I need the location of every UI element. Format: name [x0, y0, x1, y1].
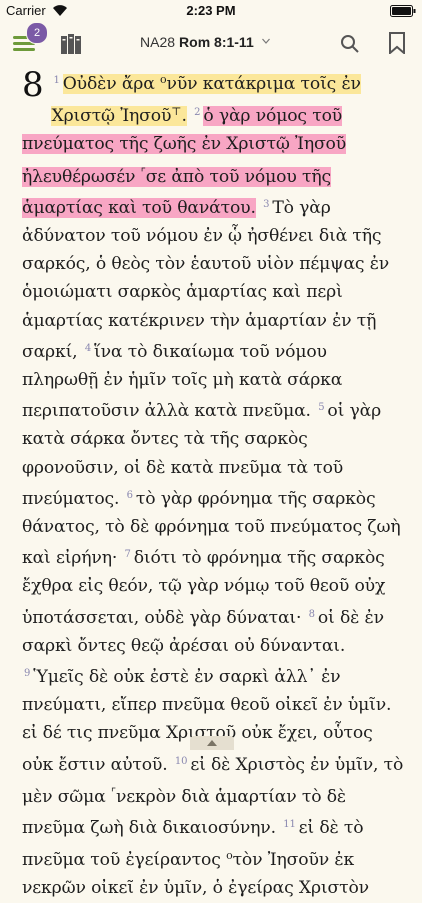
pull-up-handle[interactable]	[190, 736, 234, 750]
apparatus-mark[interactable]: ⊤	[171, 105, 181, 118]
battery-icon	[390, 5, 416, 17]
search-icon	[341, 35, 359, 53]
status-bar: Carrier 2:23 PM	[0, 0, 422, 22]
version-label: NA28	[140, 34, 176, 50]
search-button[interactable]	[340, 34, 360, 54]
clock: 2:23 PM	[186, 3, 236, 18]
chevron-down-icon	[261, 38, 270, 44]
verse-text: Τὸ γὰρ ἀδύνατον τοῦ νόμου ἐν ᾧ ἠσθένει δ…	[22, 197, 390, 362]
verse-number[interactable]: 11	[283, 819, 296, 830]
chevron-up-icon	[207, 740, 217, 746]
verse-number[interactable]: 6	[127, 490, 133, 501]
verse-number[interactable]: 5	[318, 402, 324, 413]
library-button[interactable]	[60, 32, 82, 56]
chapter-number: 8	[22, 65, 44, 105]
verse-number[interactable]: 1	[53, 75, 59, 86]
verse-number[interactable]: 8	[309, 609, 315, 620]
verse-number[interactable]: 10	[175, 756, 188, 767]
verse-text: Οὐδὲν ἄρα	[62, 74, 155, 94]
bookmark-button[interactable]	[388, 32, 406, 56]
bookmark-icon	[389, 32, 405, 56]
notification-badge: 2	[26, 22, 48, 44]
bible-text[interactable]: 8 1 Οὐδὲν ἄρα ονῦν κατάκριμα τοῖς ἐν Χρισ…	[22, 66, 404, 903]
verse-number[interactable]: 2	[194, 107, 200, 118]
verse-text: .	[181, 106, 187, 127]
toolbar: 2 NA28 Rom 8:1-11	[0, 22, 422, 66]
verse-number[interactable]: 4	[85, 343, 91, 354]
library-icon	[61, 34, 81, 54]
passage-label: Rom 8:1-11	[179, 34, 254, 50]
verse-number[interactable]: 3	[263, 199, 269, 210]
passage-selector[interactable]: NA28 Rom 8:1-11	[140, 34, 270, 56]
verse-number[interactable]: 7	[124, 549, 130, 560]
verse-number[interactable]: 9	[24, 668, 30, 679]
